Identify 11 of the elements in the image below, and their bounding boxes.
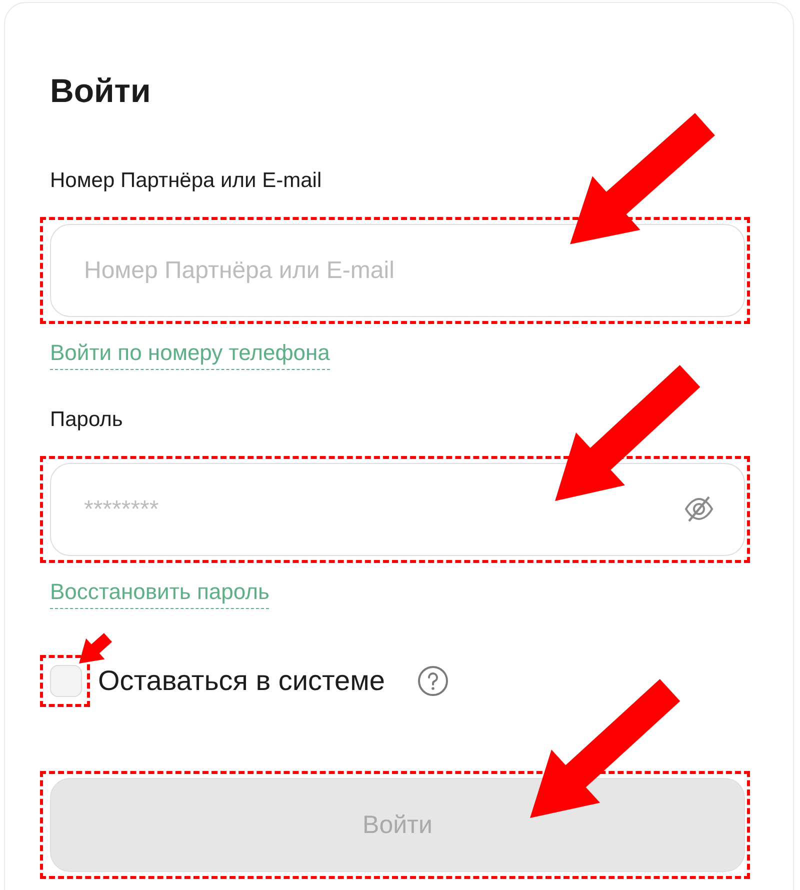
password-input[interactable]: ******** (50, 463, 745, 556)
checkbox-label: Оставаться в системе (98, 665, 385, 697)
field-label: Пароль (50, 407, 124, 433)
form-title: Войти (50, 71, 152, 111)
login-input[interactable]: Номер Партнёра или E-mail (50, 224, 745, 317)
checkbox[interactable] (50, 665, 82, 697)
annotation-arrow (79, 632, 112, 663)
field-label: Номер Партнёра или E-mail (50, 168, 323, 194)
phone-login-link[interactable]: Войти по номеру телефона (50, 340, 330, 370)
help-icon[interactable] (416, 665, 449, 697)
recover-password-link[interactable]: Восстановить пароль (50, 579, 270, 609)
